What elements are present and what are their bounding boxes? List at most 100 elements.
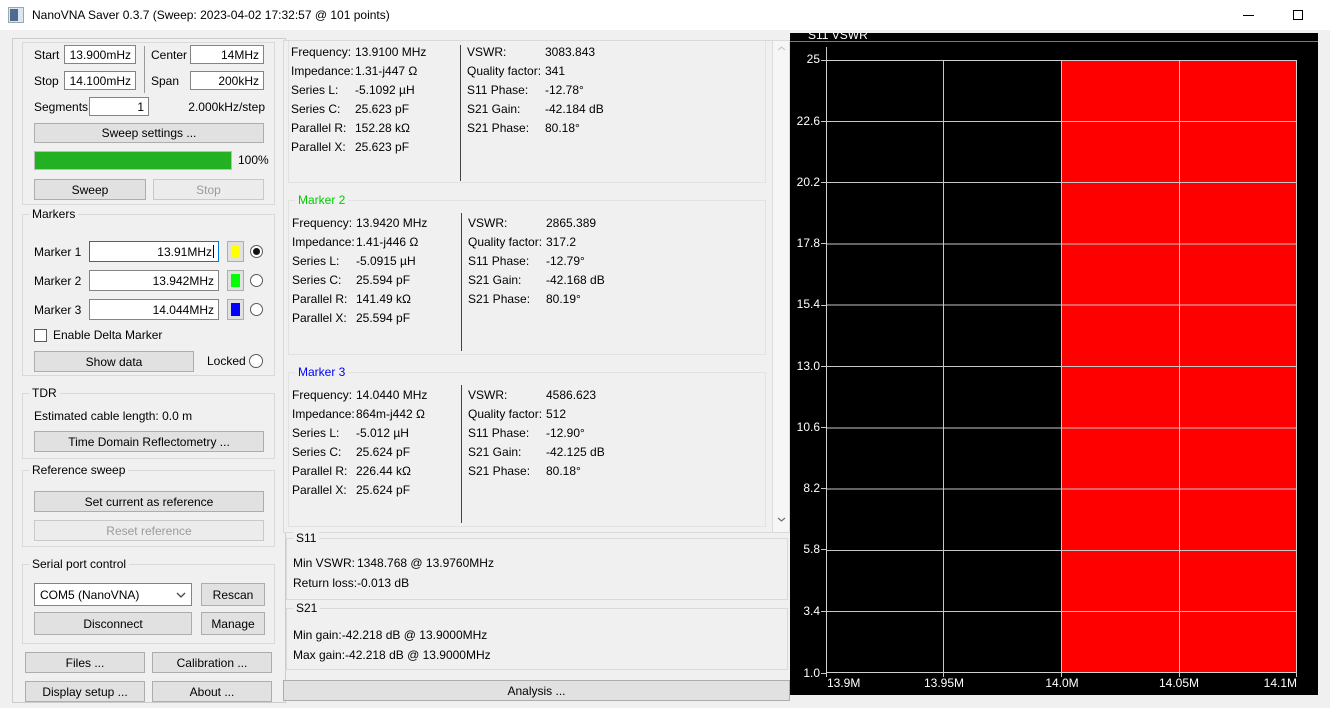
text-caret xyxy=(213,245,214,258)
reset-reference-button[interactable]: Reset reference xyxy=(34,520,264,541)
analysis-button[interactable]: Analysis ... xyxy=(283,680,790,701)
axis-tick xyxy=(821,611,826,612)
data-value: -12.79° xyxy=(546,253,585,268)
data-label: Parallel R: xyxy=(292,291,348,306)
y-axis-label: 20.2 xyxy=(796,175,820,189)
disconnect-button[interactable]: Disconnect xyxy=(34,612,192,635)
marker2-input[interactable]: 13.942MHz xyxy=(89,270,219,291)
window-title: NanoVNA Saver 0.3.7 (Sweep: 2023-04-02 1… xyxy=(32,8,390,22)
data-label: Parallel X: xyxy=(291,139,346,154)
marker3-select-radio[interactable] xyxy=(250,303,263,316)
marker2-label: Marker 2 xyxy=(34,274,82,288)
chart-plot[interactable] xyxy=(826,60,1297,673)
data-value: 864m-j442 Ω xyxy=(356,406,426,421)
app-icon-glyph xyxy=(10,9,18,21)
reference-sweep-group: Reference sweep Set current as reference… xyxy=(22,463,275,547)
marker1-input[interactable]: 13.91MHz xyxy=(89,241,219,262)
manage-button[interactable]: Manage xyxy=(201,612,265,635)
markers-group-title: Markers xyxy=(29,207,79,221)
start-input[interactable]: 13.900mHz xyxy=(64,45,136,64)
marker1-color-swatch[interactable] xyxy=(227,241,244,262)
x-axis-label: 14.05M xyxy=(1158,676,1200,690)
calibration-button[interactable]: Calibration ... xyxy=(152,652,272,673)
locked-radio[interactable] xyxy=(249,354,263,368)
about-button[interactable]: About ... xyxy=(152,681,272,702)
x-axis-label: 13.9M xyxy=(827,676,861,690)
marker2-color-swatch[interactable] xyxy=(227,270,244,291)
data-value: 25.624 pF xyxy=(356,482,411,497)
maximize-button[interactable] xyxy=(1283,4,1313,26)
data-label: S11 Phase: xyxy=(468,253,530,268)
data-label: Min VSWR: xyxy=(293,556,356,570)
vertical-scrollbar[interactable] xyxy=(772,41,789,532)
show-data-button[interactable]: Show data xyxy=(34,351,194,372)
center-input[interactable]: 14MHz xyxy=(190,45,264,64)
files-button[interactable]: Files ... xyxy=(25,652,145,673)
sweep-settings-button[interactable]: Sweep settings ... xyxy=(34,123,264,143)
center-value: 14MHz xyxy=(220,47,259,62)
axis-tick xyxy=(821,366,826,367)
y-axis-label: 5.8 xyxy=(803,542,820,556)
tdr-group: TDR Estimated cable length: 0.0 m Time D… xyxy=(22,386,275,459)
data-label: S21 Gain: xyxy=(468,272,522,287)
axis-tick xyxy=(1179,673,1180,677)
x-axis-label: 14.0M xyxy=(1045,676,1079,690)
marker3-color-swatch[interactable] xyxy=(227,299,244,320)
axis-tick xyxy=(821,121,826,122)
y-axis-label: 1.0 xyxy=(803,666,820,680)
marker1-select-radio[interactable] xyxy=(250,245,263,258)
data-label: Series C: xyxy=(291,101,341,116)
serial-port-value: COM5 (NanoVNA) xyxy=(40,587,140,602)
s21-rows: Min gain: -42.218 dB @ 13.9000MHz Max gai… xyxy=(293,625,491,665)
stop-button[interactable]: Stop xyxy=(153,179,264,200)
serial-port-select[interactable]: COM5 (NanoVNA) xyxy=(34,583,192,606)
marker2-color xyxy=(231,274,240,287)
data-label: Quality factor: xyxy=(467,63,542,78)
locked-label: Locked xyxy=(207,354,246,368)
minimize-button[interactable] xyxy=(1233,4,1263,26)
display-setup-button[interactable]: Display setup ... xyxy=(25,681,145,702)
data-label: Parallel R: xyxy=(291,120,347,135)
data-label: Max gain: xyxy=(293,648,346,662)
serial-group-title: Serial port control xyxy=(29,557,130,571)
data-value: 1348.768 @ 13.9760MHz xyxy=(357,556,494,570)
stop-input[interactable]: 14.100mHz xyxy=(64,71,136,90)
marker1-color xyxy=(231,245,240,258)
rescan-button[interactable]: Rescan xyxy=(201,583,265,606)
segments-value: 1 xyxy=(137,99,144,114)
sweep-progress-bar xyxy=(34,151,232,170)
marker-data-scroll-area: Frequency: 13.9100 MHz Impedance: 1.31-j44… xyxy=(283,40,790,533)
data-value: 2865.389 xyxy=(546,215,597,230)
tdr-button[interactable]: Time Domain Reflectometry ... xyxy=(34,431,264,452)
marker3-value: 14.044MHz xyxy=(152,302,214,317)
data-value: 13.9100 MHz xyxy=(355,44,427,59)
sweep-button[interactable]: Sweep xyxy=(34,179,146,200)
data-value: 3083.843 xyxy=(545,44,596,59)
data-label: S21 Phase: xyxy=(467,120,530,135)
scrollbar-up-icon[interactable] xyxy=(777,46,786,51)
start-value: 13.900mHz xyxy=(69,47,131,62)
data-label: Quality factor: xyxy=(468,234,543,249)
y-axis-label: 8.2 xyxy=(803,481,820,495)
marker3-input[interactable]: 14.044MHz xyxy=(89,299,219,320)
data-value: 13.9420 MHz xyxy=(356,215,428,230)
enable-delta-marker-checkbox[interactable] xyxy=(34,329,47,342)
data-label: Series L: xyxy=(291,82,339,97)
segments-input[interactable]: 1 xyxy=(89,97,149,116)
marker2-select-radio[interactable] xyxy=(250,274,263,287)
scrollbar-down-icon[interactable] xyxy=(777,517,786,522)
marker3-color xyxy=(231,303,240,316)
data-value: -42.184 dB xyxy=(545,101,604,116)
cable-length-text: Estimated cable length: 0.0 m xyxy=(34,409,193,423)
combobox-chevron-icon xyxy=(176,592,186,598)
chart-grid-and-trace xyxy=(826,60,1297,673)
s11-group: S11 Min VSWR: 1348.768 @ 13.9760MHz Retur… xyxy=(286,531,788,600)
set-reference-button[interactable]: Set current as reference xyxy=(34,491,264,512)
span-input[interactable]: 200kHz xyxy=(190,71,264,90)
y-axis-label: 22.6 xyxy=(796,114,820,128)
axis-tick xyxy=(1061,673,1062,677)
s21-group: S21 Min gain: -42.218 dB @ 13.9000MHz Max… xyxy=(286,601,788,670)
axis-tick xyxy=(821,427,826,428)
start-label: Start xyxy=(34,48,60,62)
data-value: 341 xyxy=(545,63,566,78)
